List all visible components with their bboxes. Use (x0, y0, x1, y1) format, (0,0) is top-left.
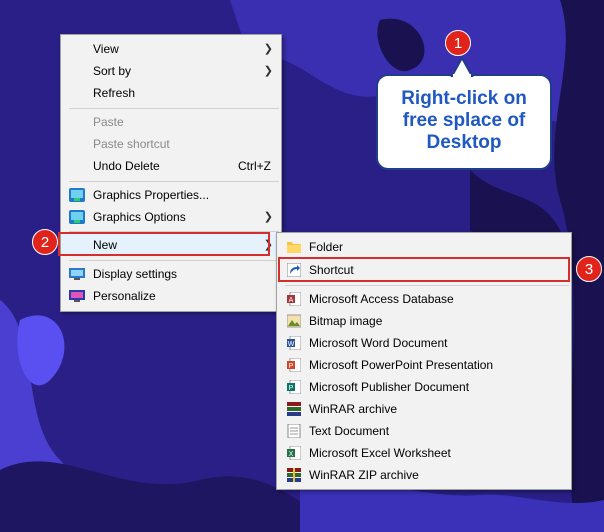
menu-item-graphics-properties[interactable]: Graphics Properties... (61, 184, 281, 206)
menu-item-label: Folder (309, 240, 344, 254)
personalize-icon (69, 290, 85, 302)
menu-item-undo-delete[interactable]: Undo Delete Ctrl+Z (61, 155, 281, 177)
excel-icon: X (287, 446, 301, 460)
menu-item-refresh[interactable]: Refresh (61, 82, 281, 104)
folder-icon (287, 242, 301, 253)
powerpoint-icon: P (287, 358, 301, 372)
menu-item-label: Text Document (309, 424, 390, 438)
menu-item-paste[interactable]: Paste (61, 111, 281, 133)
submenu-item-winrar-zip[interactable]: WinRAR ZIP archive (277, 464, 571, 486)
text-document-icon (287, 424, 301, 438)
menu-item-label: Graphics Properties... (93, 188, 210, 202)
menu-item-label: Paste (93, 115, 124, 129)
menu-separator (69, 260, 279, 261)
chevron-right-icon: ❯ (263, 65, 273, 77)
access-icon: A (287, 292, 301, 306)
menu-item-label: Graphics Options (93, 210, 186, 224)
callout-pointer (450, 56, 474, 78)
menu-item-label: Undo Delete (93, 159, 160, 173)
menu-item-label: View (93, 42, 119, 56)
intel-graphics-icon (69, 188, 85, 202)
menu-item-label: Microsoft Excel Worksheet (309, 446, 451, 460)
submenu-item-bitmap[interactable]: Bitmap image (277, 310, 571, 332)
shortcut-item-highlight (278, 257, 570, 282)
menu-item-sort-by[interactable]: Sort by ❯ (61, 60, 281, 82)
submenu-item-powerpoint[interactable]: P Microsoft PowerPoint Presentation (277, 354, 571, 376)
shortcut-label: Ctrl+Z (238, 159, 271, 173)
word-icon: W (287, 336, 301, 350)
intel-graphics-icon (69, 210, 85, 224)
menu-item-label: Personalize (93, 289, 156, 303)
menu-item-label: Microsoft PowerPoint Presentation (309, 358, 494, 372)
submenu-item-access[interactable]: A Microsoft Access Database (277, 288, 571, 310)
chevron-right-icon: ❯ (263, 211, 273, 223)
menu-item-label: Paste shortcut (93, 137, 170, 151)
svg-text:X: X (289, 451, 294, 458)
step-badge-2: 2 (32, 229, 58, 255)
winrar-zip-icon (287, 468, 301, 482)
chevron-right-icon: ❯ (263, 43, 273, 55)
menu-separator (69, 181, 279, 182)
menu-item-label: Bitmap image (309, 314, 383, 328)
publisher-icon: P (287, 380, 301, 394)
svg-text:P: P (289, 363, 294, 370)
menu-item-label: Refresh (93, 86, 136, 100)
menu-item-paste-shortcut[interactable]: Paste shortcut (61, 133, 281, 155)
menu-item-label: Microsoft Access Database (309, 292, 454, 306)
step-badge-3: 3 (576, 256, 602, 282)
submenu-item-word[interactable]: W Microsoft Word Document (277, 332, 571, 354)
svg-text:W: W (288, 341, 295, 348)
callout-line: Desktop (426, 132, 502, 153)
menu-item-display-settings[interactable]: Display settings (61, 263, 281, 285)
submenu-item-folder[interactable]: Folder (277, 236, 571, 258)
menu-item-label: Microsoft Word Document (309, 336, 448, 350)
menu-item-label: Sort by (93, 64, 132, 78)
menu-item-view[interactable]: View ❯ (61, 38, 281, 60)
menu-item-label: WinRAR archive (309, 402, 398, 416)
svg-text:A: A (289, 297, 294, 304)
step-badge-1: 1 (445, 30, 471, 56)
menu-separator (69, 108, 279, 109)
winrar-icon (287, 402, 301, 416)
submenu-item-publisher[interactable]: P Microsoft Publisher Document (277, 376, 571, 398)
new-item-highlight (58, 232, 270, 256)
instruction-callout: Right-click on free splace of Desktop (376, 74, 552, 170)
submenu-item-text-document[interactable]: Text Document (277, 420, 571, 442)
menu-item-label: Microsoft Publisher Document (309, 380, 470, 394)
desktop-context-menu: View ❯ Sort by ❯ Refresh Paste Paste sho… (60, 34, 282, 312)
bitmap-icon (287, 314, 301, 328)
display-settings-icon (69, 268, 85, 280)
menu-item-label: WinRAR ZIP archive (309, 468, 419, 482)
menu-item-label: Display settings (93, 267, 178, 281)
submenu-item-excel[interactable]: X Microsoft Excel Worksheet (277, 442, 571, 464)
submenu-item-winrar[interactable]: WinRAR archive (277, 398, 571, 420)
callout-line: Right-click on (401, 88, 527, 109)
svg-text:P: P (289, 385, 294, 392)
callout-line: free splace of (402, 110, 526, 131)
menu-item-graphics-options[interactable]: Graphics Options ❯ (61, 206, 281, 228)
menu-separator (285, 285, 569, 286)
menu-item-personalize[interactable]: Personalize (61, 285, 281, 307)
